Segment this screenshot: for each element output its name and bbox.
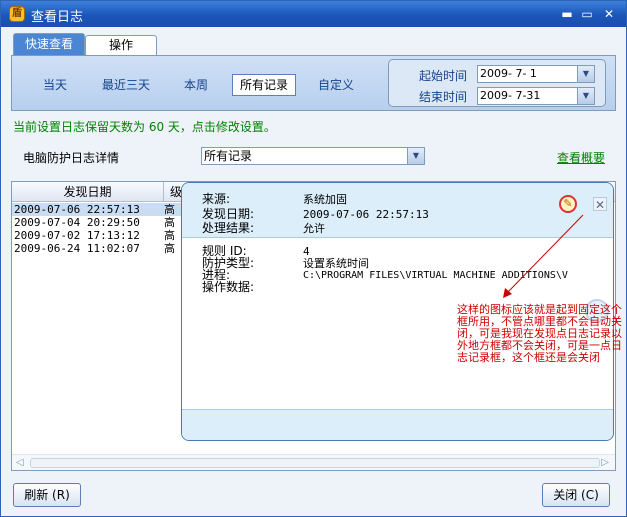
row-date: 2009-07-06 22:57:13 xyxy=(14,203,140,216)
source-value: 系统加固 xyxy=(303,193,347,206)
period-all-records[interactable]: 所有记录 xyxy=(232,74,296,96)
process-value: C:\PROGRAM FILES\VIRTUAL MACHINE ADDITIO… xyxy=(303,270,568,281)
table-row[interactable]: 2009-07-04 20:29:50 高 xyxy=(12,216,187,229)
refresh-button[interactable]: 刷新 (R) xyxy=(13,483,81,507)
log-viewer-window: 盾 查看日志 ▬ ▭ ✕ 快速查看 操作 当天 最近三天 本周 所有记录 自定义… xyxy=(0,0,627,517)
title-bar[interactable]: 盾 查看日志 ▬ ▭ ✕ xyxy=(1,1,626,27)
view-overview-link[interactable]: 查看概要 xyxy=(557,149,605,166)
chevron-down-icon[interactable]: ▼ xyxy=(577,88,594,104)
log-type-value: 所有记录 xyxy=(204,149,253,163)
result-label: 处理结果: xyxy=(202,221,255,235)
period-this-week[interactable]: 本周 xyxy=(176,74,216,96)
end-date-picker[interactable]: 2009- 7-31 ▼ xyxy=(477,87,595,105)
start-date-picker[interactable]: 2009- 7- 1 ▼ xyxy=(477,65,595,83)
row-level: 高 xyxy=(164,229,175,242)
annotation-note: 这样的图标应该就是起到固定这个框所用，不管点哪里都不会自动关闭，可是我现在发现点… xyxy=(457,303,622,364)
tab-quick-view[interactable]: 快速查看 xyxy=(13,33,85,55)
popup-footer xyxy=(182,409,613,440)
window-title: 查看日志 xyxy=(31,10,84,25)
close-icon[interactable]: ✕ xyxy=(593,197,607,212)
scroll-right-icon[interactable]: ▷ xyxy=(601,457,609,468)
start-date-value: 2009- 7- 1 xyxy=(480,67,537,80)
chevron-down-icon[interactable]: ▼ xyxy=(407,148,424,164)
result-value: 允许 xyxy=(303,222,325,235)
table-row[interactable]: 2009-07-06 22:57:13 高 xyxy=(12,203,187,216)
row-level: 高 xyxy=(164,242,175,255)
period-last-three-days[interactable]: 最近三天 xyxy=(96,74,156,96)
end-date-value: 2009- 7-31 xyxy=(480,89,541,102)
window-close-button[interactable]: ✕ xyxy=(602,7,616,21)
log-type-select[interactable]: 所有记录 ▼ xyxy=(201,147,425,165)
row-date: 2009-06-24 11:02:07 xyxy=(14,242,140,255)
found-date-label: 发现日期: xyxy=(202,207,255,221)
start-time-label: 起始时间 xyxy=(419,69,468,83)
period-custom[interactable]: 自定义 xyxy=(312,74,360,96)
minimize-button[interactable]: ▬ xyxy=(560,7,574,21)
app-icon: 盾 xyxy=(9,6,25,22)
horizontal-scrollbar[interactable]: ◁ ▷ xyxy=(12,454,615,470)
end-time-label: 结束时间 xyxy=(419,90,468,104)
source-label: 来源: xyxy=(202,192,231,206)
table-row[interactable]: 2009-07-02 17:13:12 高 xyxy=(12,229,187,242)
date-range-group: 起始时间 2009- 7- 1 ▼ 结束时间 2009- 7-31 ▼ xyxy=(388,59,606,107)
close-button[interactable]: 关闭 (C) xyxy=(542,483,610,507)
row-level: 高 xyxy=(164,203,175,216)
tab-operations[interactable]: 操作 xyxy=(85,35,157,55)
table-row[interactable]: 2009-06-24 11:02:07 高 xyxy=(12,242,187,255)
row-level: 高 xyxy=(164,216,175,229)
row-date: 2009-07-04 20:29:50 xyxy=(14,216,140,229)
row-date: 2009-07-02 17:13:12 xyxy=(14,229,140,242)
period-today[interactable]: 当天 xyxy=(34,74,76,96)
pin-icon[interactable]: ✎ xyxy=(559,195,577,213)
popup-header: 来源: 系统加固 发现日期: 2009-07-06 22:57:13 处理结果:… xyxy=(182,183,613,238)
chevron-down-icon[interactable]: ▼ xyxy=(577,66,594,82)
found-date-value: 2009-07-06 22:57:13 xyxy=(303,208,429,221)
operation-data-label: 操作数据: xyxy=(202,280,255,294)
column-header-date[interactable]: 发现日期 xyxy=(12,182,164,202)
maximize-button[interactable]: ▭ xyxy=(580,7,594,21)
period-filter-bar: 当天 最近三天 本周 所有记录 自定义 起始时间 2009- 7- 1 ▼ 结束… xyxy=(11,55,616,111)
retention-notice-link[interactable]: 当前设置日志保留天数为 60 天，点击修改设置。 xyxy=(13,118,276,135)
log-detail-label: 电脑防护日志详情 xyxy=(23,151,120,165)
scroll-left-icon[interactable]: ◁ xyxy=(16,457,24,468)
scrollbar-thumb[interactable] xyxy=(30,458,600,468)
